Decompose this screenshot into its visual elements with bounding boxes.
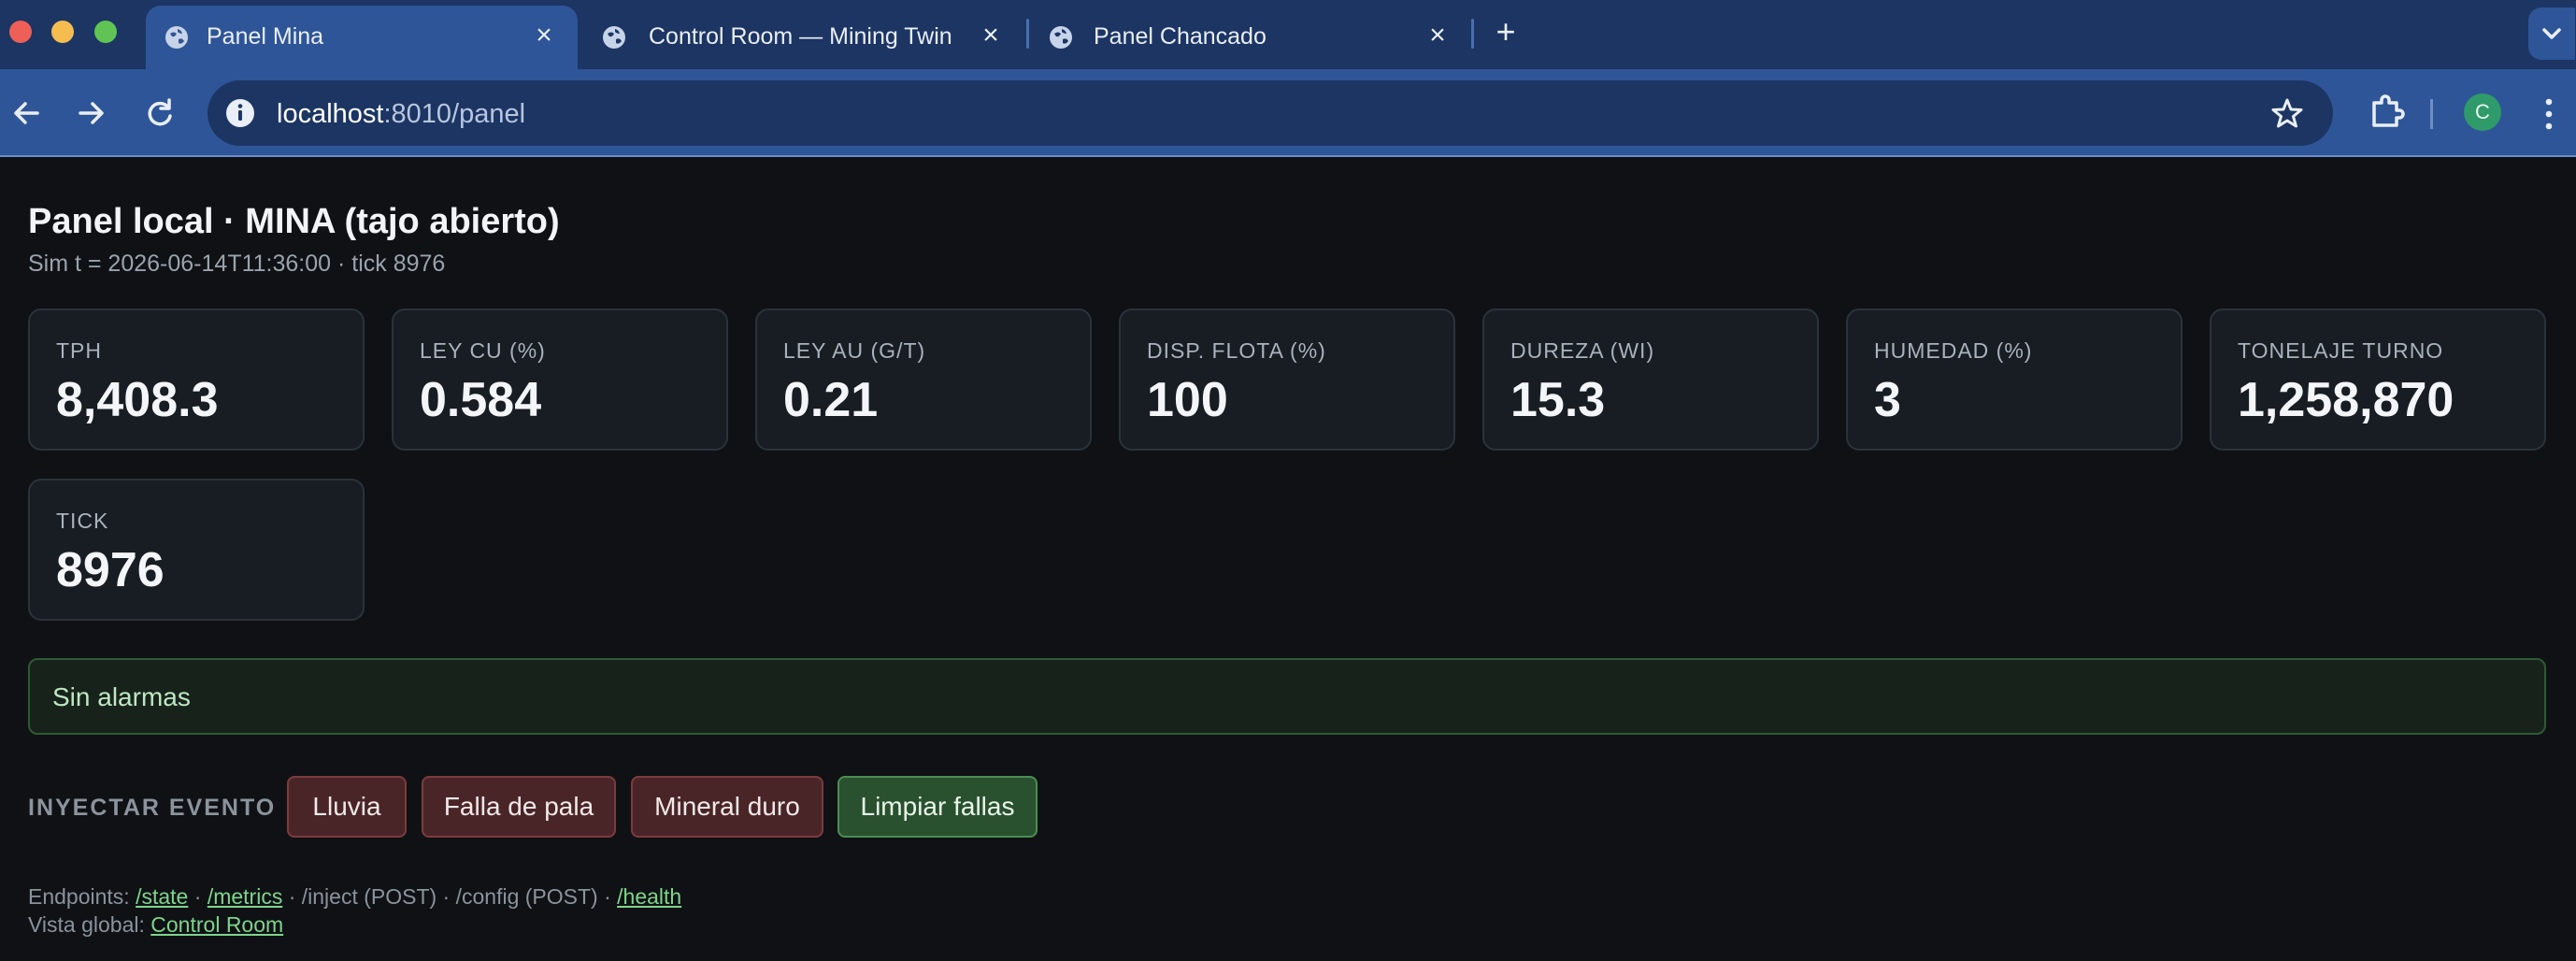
- globe-icon: [603, 26, 625, 49]
- clear-faults-button[interactable]: Limpiar fallas: [837, 776, 1038, 838]
- minimize-window-button[interactable]: [51, 21, 74, 43]
- metric-value: 0.21: [783, 373, 879, 427]
- metric-label: DISP. FLOTA (%): [1147, 338, 1326, 363]
- forward-button[interactable]: [67, 90, 114, 136]
- metrics-link[interactable]: /metrics: [208, 884, 283, 909]
- metric-value: 15.3: [1510, 373, 1606, 427]
- globe-icon: [165, 26, 188, 49]
- tab-title: Panel Mina: [207, 23, 324, 50]
- extensions-icon[interactable]: [2365, 90, 2410, 135]
- star-icon[interactable]: [2269, 95, 2305, 131]
- footer: Endpoints: /state · /metrics · /inject (…: [28, 882, 681, 939]
- new-tab-button[interactable]: +: [1490, 13, 1522, 50]
- metric-card-disp-flota: DISP. FLOTA (%) 100: [1119, 308, 1455, 451]
- tab-search-button[interactable]: [2528, 7, 2575, 60]
- profile-avatar[interactable]: C: [2464, 93, 2501, 131]
- browser-toolbar: localhost:8010/panel C: [0, 69, 2576, 157]
- metric-card-tonelaje-turno: TONELAJE TURNO 1,258,870: [2210, 308, 2546, 451]
- panel-page: Panel local · MINA (tajo abierto) Sim t …: [0, 157, 2576, 961]
- close-icon[interactable]: ×: [527, 19, 561, 52]
- health-link[interactable]: /health: [617, 884, 681, 909]
- chevron-down-icon: [2542, 28, 2561, 39]
- reload-button[interactable]: [136, 90, 183, 136]
- metric-label: TICK: [56, 509, 109, 533]
- url-text: localhost:8010/panel: [277, 99, 526, 129]
- inject-event-label: INYECTAR EVENTO: [28, 795, 277, 821]
- metric-label: HUMEDAD (%): [1874, 338, 2033, 363]
- metric-card-tph: TPH 8,408.3: [28, 308, 365, 451]
- metric-card-dureza: DUREZA (WI) 15.3: [1482, 308, 1819, 451]
- close-icon[interactable]: ×: [974, 19, 1008, 52]
- endpoints-line: Endpoints: /state · /metrics · /inject (…: [28, 882, 681, 911]
- rain-event-button[interactable]: Lluvia: [287, 776, 407, 838]
- metric-value: 0.584: [420, 373, 542, 427]
- tab-control-room[interactable]: Control Room — Mining Twin ×: [589, 6, 1011, 69]
- metric-value: 8976: [56, 543, 165, 597]
- close-window-button[interactable]: [9, 21, 32, 43]
- tab-divider: [1026, 19, 1029, 49]
- toolbar-divider: [2430, 99, 2433, 129]
- shovel-failure-button[interactable]: Falla de pala: [422, 776, 616, 838]
- inject-config-text: · /inject (POST) · /config (POST) ·: [282, 884, 618, 909]
- metric-value: 100: [1147, 373, 1228, 427]
- alarm-banner: Sin alarmas: [28, 658, 2546, 735]
- metric-card-tick: TICK 8976: [28, 479, 365, 621]
- tab-strip: Panel Mina × Control Room — Mining Twin …: [0, 0, 2576, 69]
- forward-arrow-icon: [79, 102, 104, 124]
- tab-panel-mina[interactable]: Panel Mina ×: [146, 6, 578, 69]
- metric-card-ley-au: LEY AU (G/T) 0.21: [755, 308, 1092, 451]
- info-icon[interactable]: [222, 95, 258, 131]
- metric-value: 1,258,870: [2238, 373, 2454, 427]
- address-bar[interactable]: localhost:8010/panel: [208, 80, 2333, 146]
- metric-label: LEY AU (G/T): [783, 338, 926, 363]
- metric-card-humedad: HUMEDAD (%) 3: [1846, 308, 2182, 451]
- back-arrow-icon: [14, 102, 39, 124]
- browser-chrome: Panel Mina × Control Room — Mining Twin …: [0, 0, 2576, 157]
- metric-value: 3: [1874, 373, 1901, 427]
- control-room-link[interactable]: Control Room: [150, 912, 283, 937]
- endpoints-prefix: Endpoints:: [28, 884, 130, 909]
- metric-value: 8,408.3: [56, 373, 219, 427]
- metric-card-ley-cu: LEY CU (%) 0.584: [392, 308, 728, 451]
- tab-divider: [1471, 19, 1474, 49]
- tab-panel-chancado[interactable]: Panel Chancado ×: [1038, 6, 1464, 69]
- kebab-menu-icon[interactable]: [2535, 93, 2563, 135]
- separator: ·: [188, 884, 208, 909]
- global-view-line: Vista global: Control Room: [28, 911, 681, 939]
- global-view-prefix: Vista global:: [28, 912, 145, 937]
- state-link[interactable]: /state: [136, 884, 188, 909]
- page-title: Panel local · MINA (tajo abierto): [28, 202, 560, 241]
- close-icon[interactable]: ×: [1421, 19, 1454, 52]
- reload-icon: [148, 98, 172, 126]
- tab-title: Panel Chancado: [1094, 23, 1267, 50]
- alarm-text: Sin alarmas: [52, 682, 191, 711]
- metric-label: LEY CU (%): [420, 338, 546, 363]
- metric-label: TONELAJE TURNO: [2238, 338, 2444, 363]
- globe-icon: [1050, 26, 1072, 49]
- hard-ore-button[interactable]: Mineral duro: [631, 776, 823, 838]
- metric-label: TPH: [56, 338, 102, 363]
- maximize-window-button[interactable]: [94, 21, 117, 43]
- metric-label: DUREZA (WI): [1510, 338, 1655, 363]
- tab-title: Control Room — Mining Twin: [649, 23, 952, 50]
- sim-time-subtitle: Sim t = 2026-06-14T11:36:00 · tick 8976: [28, 251, 446, 277]
- back-button[interactable]: [4, 90, 50, 136]
